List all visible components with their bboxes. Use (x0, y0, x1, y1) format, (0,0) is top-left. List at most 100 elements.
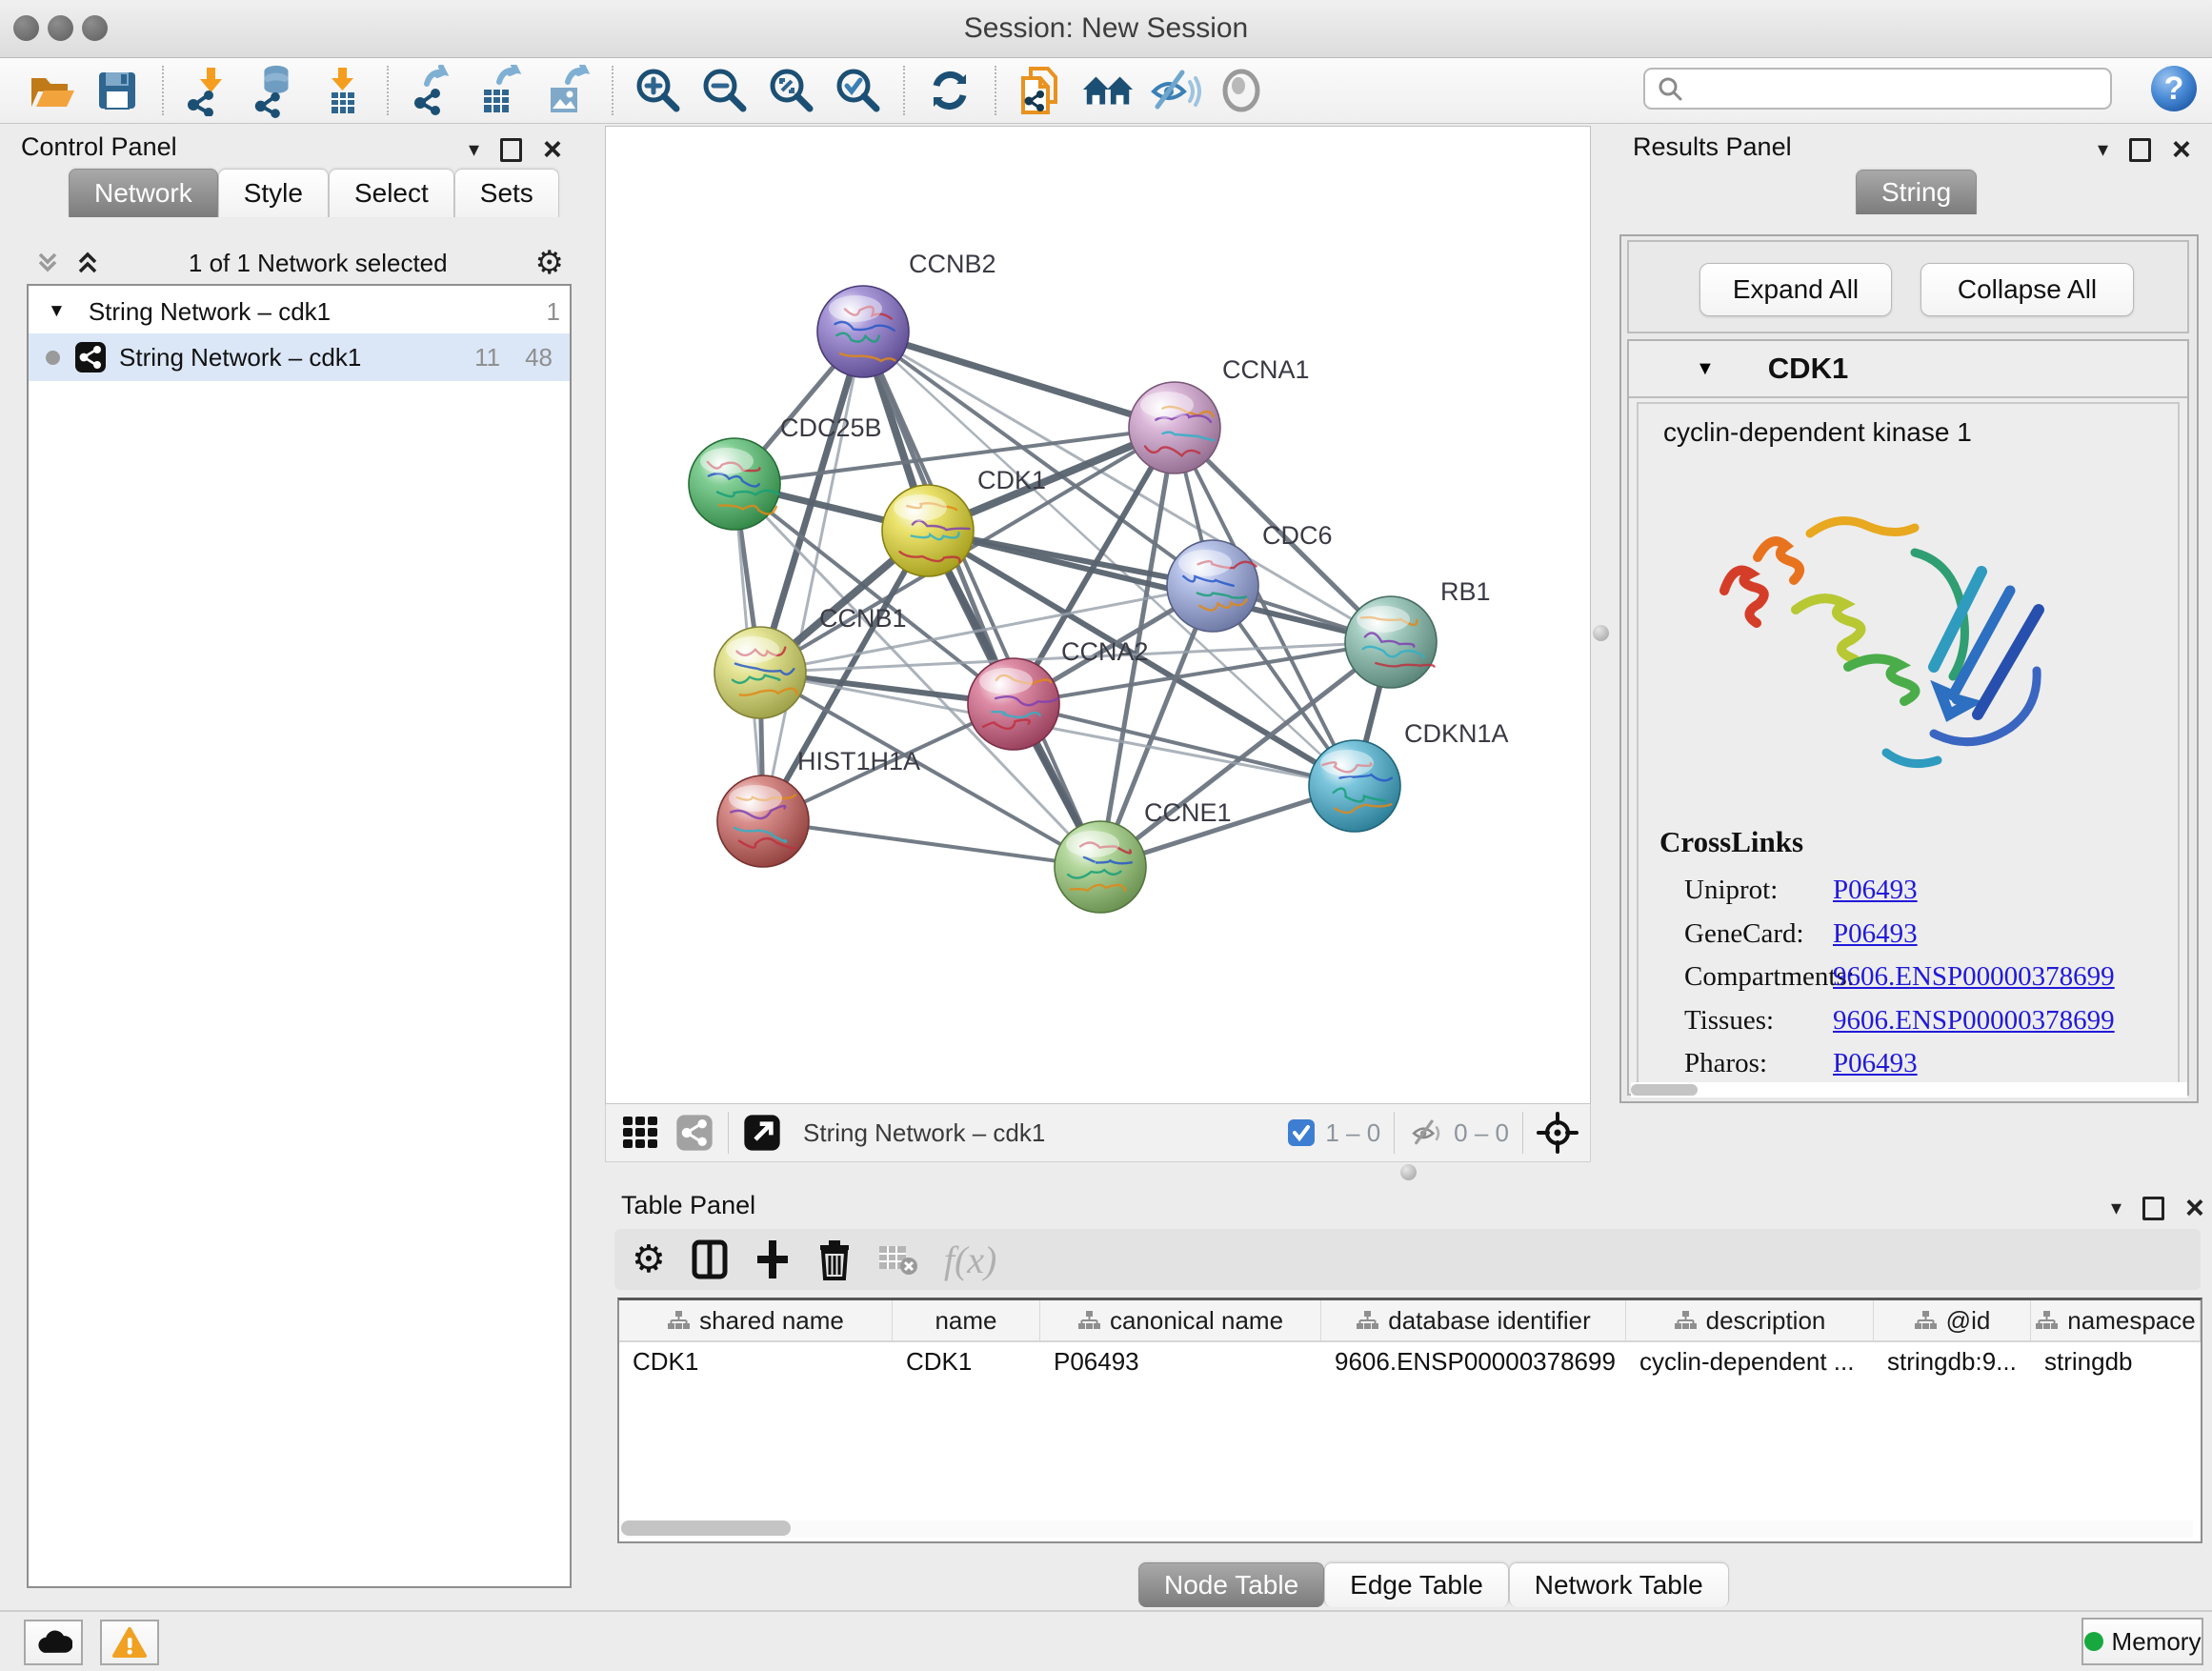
undock-panel-icon[interactable] (500, 138, 522, 162)
warnings-button[interactable] (100, 1620, 159, 1665)
float-panel-icon[interactable]: ▾ (469, 139, 479, 160)
selected-checkbox-icon[interactable] (1287, 1118, 1316, 1147)
hide-items-eye-icon[interactable] (1148, 64, 1201, 117)
collapse-all-button[interactable]: Collapse All (1920, 263, 2134, 316)
string-network-graph[interactable]: CCNB2CCNA1CDC25BCDK1CDC6RB1CCNB1CCNA2CDK… (606, 127, 1590, 1103)
birdseye-grid-icon[interactable] (621, 1113, 661, 1153)
network-edge[interactable] (863, 332, 1175, 428)
crosslink-link[interactable]: P06493 (1833, 1048, 1918, 1079)
tab-network-table[interactable]: Network Table (1509, 1562, 1729, 1607)
refresh-icon[interactable] (923, 64, 976, 117)
open-in-new-window-icon[interactable] (742, 1113, 782, 1153)
network-list-options-gear-icon[interactable]: ⚙ (535, 247, 564, 279)
toolbar-separator (995, 66, 996, 115)
table-horizontal-scrollbar[interactable] (621, 1520, 2193, 1538)
collapse-all-networks-icon[interactable] (34, 249, 61, 277)
table-row[interactable]: CDK1CDK1P064939606.ENSP00000378699cyclin… (619, 1342, 2201, 1380)
search-box[interactable] (1643, 68, 2112, 110)
column-header-shared-name[interactable]: shared name (619, 1300, 893, 1340)
node-gloss-highlight (700, 448, 754, 474)
share-network-icon[interactable] (674, 1113, 714, 1153)
help-button[interactable]: ? (2149, 64, 2199, 118)
horizontal-splitter-handle[interactable] (1400, 1164, 1417, 1180)
tab-network[interactable]: Network (69, 169, 218, 217)
network-edge[interactable] (863, 332, 1100, 867)
zoom-out-icon[interactable] (698, 64, 752, 117)
import-table-from-file-icon[interactable] (315, 64, 369, 117)
scrollbar-thumb[interactable] (1631, 1084, 1698, 1096)
share-document-icon[interactable] (1015, 64, 1068, 117)
export-table-icon[interactable] (473, 64, 527, 117)
expand-all-button[interactable]: Expand All (1699, 263, 1892, 316)
scrollbar-thumb[interactable] (621, 1520, 791, 1536)
table-options-gear-icon[interactable]: ⚙ (632, 1240, 666, 1278)
table-cell[interactable]: stringdb (2031, 1347, 2201, 1377)
statusbar-divider (1522, 1112, 1523, 1154)
memory-button[interactable]: Memory (2081, 1618, 2203, 1665)
float-panel-icon[interactable]: ▾ (2111, 1198, 2122, 1218)
tab-string[interactable]: String (1856, 170, 1977, 214)
network-collection-row[interactable]: ▼ String Network – cdk1 1 (29, 286, 570, 333)
column-header-database-identifier[interactable]: database identifier (1321, 1300, 1626, 1340)
crosslink-link[interactable]: 9606.ENSP00000378699 (1833, 1005, 2115, 1037)
crosslink-row: Uniprot:P06493 (1684, 875, 2161, 906)
delete-column-trash-icon[interactable] (816, 1238, 853, 1280)
protein-node-ccna1[interactable]: CCNA1 (1129, 355, 1310, 473)
network-canvas[interactable]: CCNB2CCNA1CDC25BCDK1CDC6RB1CCNB1CCNA2CDK… (605, 126, 1591, 1104)
table-cell[interactable]: CDK1 (619, 1347, 893, 1377)
table-cell[interactable]: CDK1 (893, 1347, 1040, 1377)
column-header-namespace[interactable]: namespace (2031, 1300, 2201, 1340)
table-cell[interactable]: stringdb:9... (1874, 1347, 2031, 1377)
close-panel-icon[interactable]: × (2185, 1192, 2204, 1224)
export-image-icon[interactable] (540, 64, 593, 117)
undock-panel-icon[interactable] (2129, 138, 2151, 162)
undock-panel-icon[interactable] (2142, 1197, 2164, 1220)
search-input[interactable] (1691, 73, 2095, 105)
show-columns-icon[interactable] (691, 1238, 729, 1280)
save-session-icon[interactable] (90, 64, 144, 117)
import-network-from-file-icon[interactable] (182, 64, 235, 117)
tab-node-table[interactable]: Node Table (1138, 1562, 1324, 1607)
expand-all-networks-icon[interactable] (74, 249, 101, 277)
results-horizontal-scrollbar[interactable] (1631, 1082, 2187, 1097)
tab-style[interactable]: Style (218, 169, 329, 217)
close-panel-icon[interactable]: × (2172, 133, 2191, 166)
protein-node-hist1h1a[interactable]: HIST1H1A (717, 747, 920, 867)
table-cell[interactable]: cyclin-dependent ... (1626, 1347, 1874, 1377)
add-column-icon[interactable] (754, 1238, 792, 1280)
column-header-description[interactable]: description (1626, 1300, 1874, 1340)
hidden-items-eye-icon[interactable] (1408, 1117, 1446, 1149)
cloud-status-button[interactable] (24, 1620, 83, 1665)
export-network-icon[interactable] (407, 64, 460, 117)
crosslink-link[interactable]: P06493 (1833, 875, 1918, 906)
crosslink-link[interactable]: P06493 (1833, 918, 1918, 950)
gene-collapse-triangle-icon[interactable]: ▼ (1696, 358, 1715, 380)
tab-select[interactable]: Select (329, 169, 454, 217)
protein-node-cdkn1a[interactable]: CDKN1A (1309, 719, 1509, 832)
column-header--id[interactable]: @id (1874, 1300, 2031, 1340)
open-session-icon[interactable] (24, 64, 77, 117)
import-network-from-database-icon[interactable] (249, 64, 302, 117)
gene-section-header[interactable]: ▼ CDK1 (1629, 341, 2187, 398)
home-icon[interactable] (1081, 64, 1135, 117)
zoom-fit-icon[interactable] (765, 64, 818, 117)
zoom-in-icon[interactable] (632, 64, 685, 117)
fit-selected-crosshair-icon[interactable] (1537, 1112, 1579, 1154)
vertical-splitter-handle[interactable] (1593, 625, 1609, 641)
network-edge[interactable] (763, 821, 1100, 867)
crosslink-link[interactable]: 9606.ENSP00000378699 (1833, 961, 2115, 993)
collection-expand-triangle-icon[interactable]: ▼ (48, 301, 66, 322)
protein-node-rb1[interactable]: RB1 (1345, 577, 1491, 688)
protein-node-ccne1[interactable]: CCNE1 (1055, 798, 1232, 913)
column-header-canonical-name[interactable]: canonical name (1040, 1300, 1321, 1340)
node-table[interactable]: shared namenamecanonical namedatabase id… (617, 1298, 2202, 1543)
table-cell[interactable]: P06493 (1040, 1347, 1321, 1377)
tab-sets[interactable]: Sets (454, 169, 559, 217)
table-cell[interactable]: 9606.ENSP00000378699 (1321, 1347, 1626, 1377)
network-row-selected[interactable]: String Network – cdk1 11 48 (29, 333, 570, 381)
close-panel-icon[interactable]: × (543, 133, 562, 166)
column-header-name[interactable]: name (893, 1300, 1040, 1340)
tab-edge-table[interactable]: Edge Table (1324, 1562, 1509, 1607)
zoom-selected-icon[interactable] (832, 64, 885, 117)
float-panel-icon[interactable]: ▾ (2098, 139, 2108, 160)
